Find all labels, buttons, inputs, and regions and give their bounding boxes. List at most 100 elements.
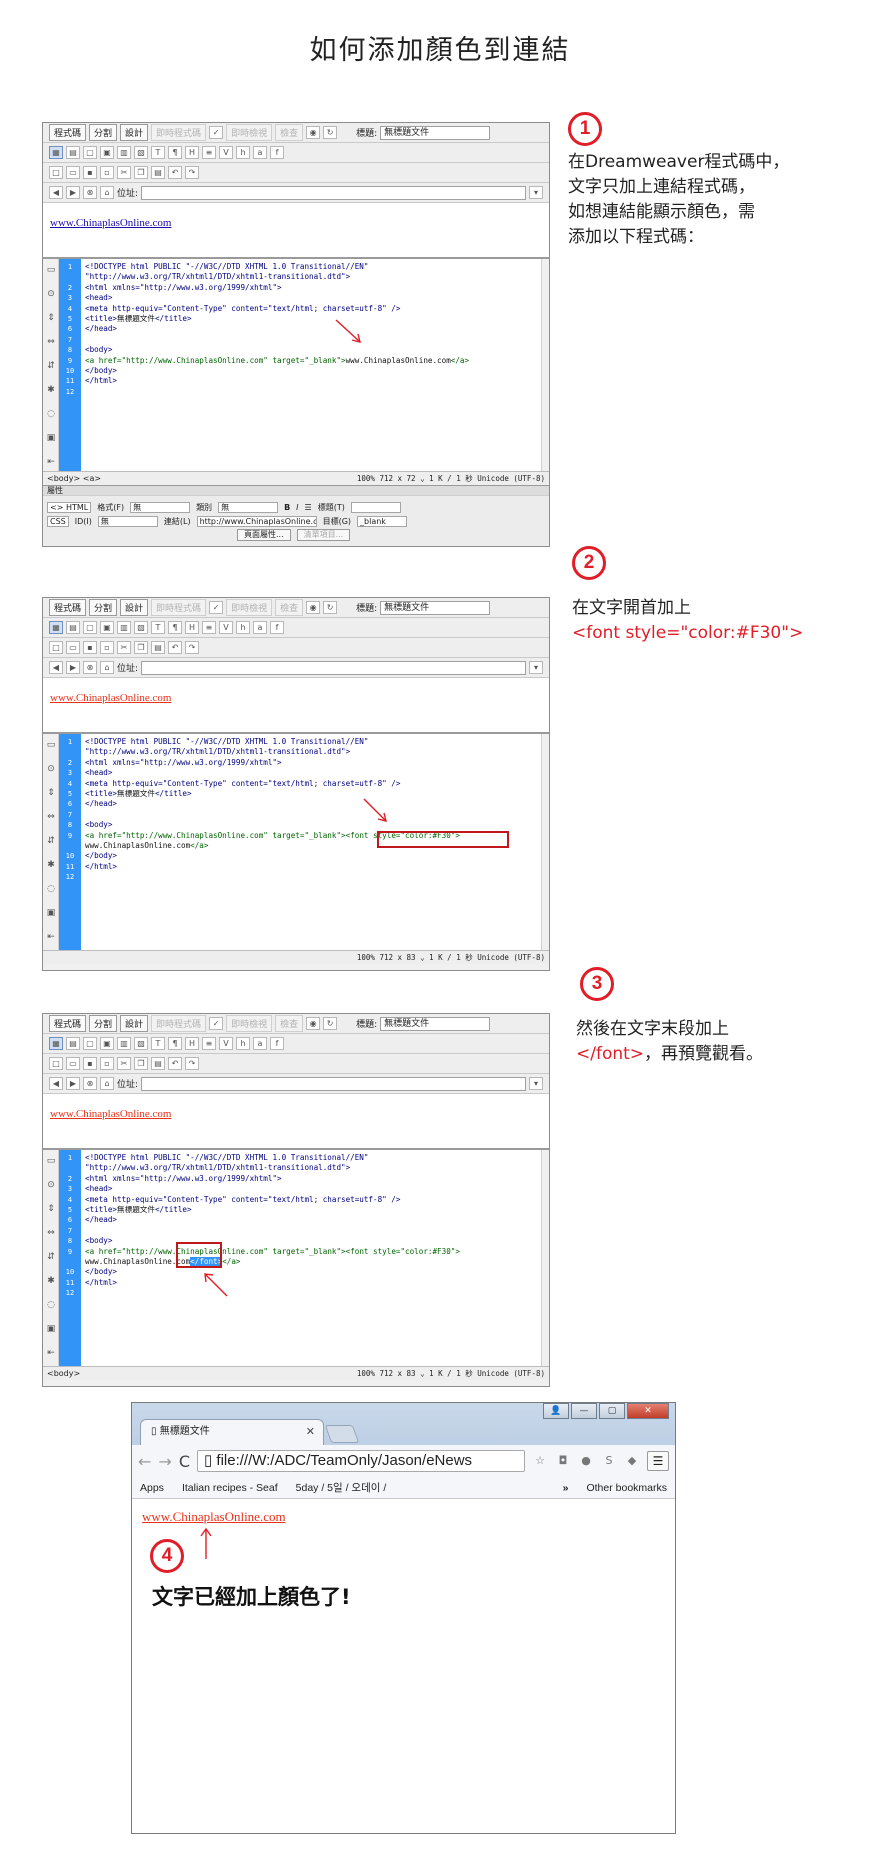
paragraph-icon[interactable]: ¶ bbox=[168, 621, 182, 634]
file-icon[interactable]: f bbox=[270, 621, 284, 634]
save-icon[interactable]: ▪ bbox=[83, 1057, 97, 1070]
select-parent-icon[interactable]: ⇔ bbox=[45, 812, 57, 826]
redo-icon[interactable]: ↷ bbox=[185, 1057, 199, 1070]
code-view-button[interactable]: 程式碼 bbox=[49, 124, 87, 141]
table-icon[interactable]: ▤ bbox=[66, 621, 80, 634]
balance-icon[interactable]: ⇵ bbox=[45, 836, 57, 850]
view-icon[interactable]: V bbox=[219, 621, 233, 634]
minimize-icon[interactable]: — bbox=[571, 1403, 597, 1419]
anchor-icon[interactable]: a bbox=[253, 621, 267, 634]
design-link[interactable]: www.ChinaplasOnline.com bbox=[50, 217, 172, 229]
colorpicker-icon[interactable]: ● bbox=[578, 1453, 594, 1469]
cut-icon[interactable]: ✂ bbox=[117, 641, 131, 654]
form-icon[interactable]: ▥ bbox=[117, 146, 131, 159]
save-icon[interactable]: ▪ bbox=[83, 641, 97, 654]
view-icon[interactable]: V bbox=[219, 146, 233, 159]
bookmark-apps[interactable]: Apps bbox=[140, 1482, 164, 1494]
undo-icon[interactable]: ↶ bbox=[168, 641, 182, 654]
redo-icon[interactable]: ↷ bbox=[185, 166, 199, 179]
list-icon[interactable]: ≡ bbox=[202, 621, 216, 634]
stop-icon[interactable]: ⊗ bbox=[83, 661, 97, 674]
zoom-level[interactable]: 100% bbox=[357, 474, 375, 483]
check-icon[interactable]: ✓ bbox=[209, 126, 224, 139]
highlight-icon[interactable]: ◌ bbox=[45, 409, 57, 423]
expand-icon[interactable]: ⇕ bbox=[45, 1204, 57, 1218]
vertical-scrollbar[interactable] bbox=[541, 734, 549, 950]
address-input[interactable] bbox=[141, 1076, 526, 1091]
forward-icon[interactable]: → bbox=[158, 1452, 171, 1471]
title-input[interactable]: 無標題文件 bbox=[380, 125, 491, 140]
back-icon[interactable]: ◀ bbox=[49, 1077, 63, 1090]
save-icon[interactable]: ▪ bbox=[83, 166, 97, 179]
stop-icon[interactable]: ⊗ bbox=[83, 186, 97, 199]
check-icon[interactable]: ✓ bbox=[209, 601, 224, 614]
copy-icon[interactable]: ❐ bbox=[134, 1057, 148, 1070]
menu-icon[interactable]: ☰ bbox=[647, 1451, 669, 1471]
collapse-icon[interactable]: ⊙ bbox=[45, 289, 57, 303]
open-icon[interactable]: ▭ bbox=[66, 641, 80, 654]
design-link[interactable]: www.ChinaplasOnline.com bbox=[50, 1108, 172, 1120]
code-lines[interactable]: <!DOCTYPE html PUBLIC "-//W3C//DTD XHTML… bbox=[81, 1150, 541, 1366]
frame-icon[interactable]: ▢ bbox=[83, 1037, 97, 1050]
camera-icon[interactable]: ◘ bbox=[555, 1453, 571, 1469]
cut-icon[interactable]: ✂ bbox=[117, 1057, 131, 1070]
highlight-icon[interactable]: ◌ bbox=[45, 1300, 57, 1314]
options-icon[interactable]: ▾ bbox=[529, 661, 543, 674]
comment-icon[interactable]: ▣ bbox=[45, 908, 57, 922]
tab-close-icon[interactable]: ✕ bbox=[306, 1420, 315, 1444]
print-icon[interactable]: ▫ bbox=[100, 166, 114, 179]
live-code-button[interactable]: 即時程式碼 bbox=[151, 124, 207, 141]
paragraph-icon[interactable]: ¶ bbox=[168, 146, 182, 159]
open-documents-icon[interactable]: ▭ bbox=[45, 1156, 57, 1170]
reload-icon[interactable]: C bbox=[179, 1452, 190, 1471]
refresh-icon[interactable]: ↻ bbox=[323, 1017, 338, 1030]
forward-icon[interactable]: ▶ bbox=[66, 661, 80, 674]
table-icon[interactable]: ▤ bbox=[66, 146, 80, 159]
id-select[interactable]: 無 bbox=[97, 515, 158, 527]
maximize-icon[interactable]: ▢ bbox=[599, 1403, 625, 1419]
image-icon[interactable]: ▧ bbox=[134, 146, 148, 159]
paste-icon[interactable]: ▤ bbox=[151, 641, 165, 654]
zoom-level[interactable]: 100% bbox=[357, 953, 375, 962]
split-view-button[interactable]: 分割 bbox=[89, 1015, 118, 1032]
heading-icon[interactable]: H bbox=[185, 146, 199, 159]
refresh-icon[interactable]: ↻ bbox=[323, 601, 338, 614]
address-input[interactable] bbox=[141, 660, 526, 675]
anchor-icon[interactable]: a bbox=[253, 146, 267, 159]
home-icon[interactable]: ⌂ bbox=[100, 1077, 114, 1090]
dropbox-icon[interactable]: ◆ bbox=[624, 1453, 640, 1469]
line-numbers-icon[interactable]: ✱ bbox=[45, 385, 57, 399]
heading-icon[interactable]: H bbox=[185, 1037, 199, 1050]
options-icon[interactable]: ▾ bbox=[529, 186, 543, 199]
paste-icon[interactable]: ▤ bbox=[151, 166, 165, 179]
form-icon[interactable]: ▥ bbox=[117, 621, 131, 634]
new-icon[interactable]: □ bbox=[49, 1057, 63, 1070]
anchor-icon[interactable]: a bbox=[253, 1037, 267, 1050]
open-documents-icon[interactable]: ▭ bbox=[45, 265, 57, 279]
heading-icon[interactable]: H bbox=[185, 621, 199, 634]
media-icon[interactable]: ▣ bbox=[100, 146, 114, 159]
bold-button[interactable]: B bbox=[284, 503, 290, 512]
highlight-icon[interactable]: ◌ bbox=[45, 884, 57, 898]
check-icon[interactable]: ✓ bbox=[209, 1017, 224, 1030]
open-documents-icon[interactable]: ▭ bbox=[45, 740, 57, 754]
skype-icon[interactable]: S bbox=[601, 1453, 617, 1469]
media-icon[interactable]: ▣ bbox=[100, 621, 114, 634]
list-icon[interactable]: ☰ bbox=[305, 503, 312, 512]
balance-icon[interactable]: ⇵ bbox=[45, 361, 57, 375]
bookmark-other[interactable]: Other bookmarks bbox=[586, 1482, 667, 1494]
tag-selector[interactable]: <body> <a> bbox=[47, 474, 101, 483]
bookmark-italian-recipes[interactable]: Italian recipes - Seaf bbox=[182, 1482, 278, 1494]
redo-icon[interactable]: ↷ bbox=[185, 641, 199, 654]
home-icon[interactable]: ⌂ bbox=[100, 661, 114, 674]
paragraph-icon[interactable]: ¶ bbox=[168, 1037, 182, 1050]
text-icon[interactable]: T bbox=[151, 621, 165, 634]
back-icon[interactable]: ◀ bbox=[49, 186, 63, 199]
bookmark-star-icon[interactable]: ☆ bbox=[532, 1453, 548, 1469]
copy-icon[interactable]: ❐ bbox=[134, 166, 148, 179]
title-input[interactable] bbox=[350, 501, 401, 513]
live-code-button[interactable]: 即時程式碼 bbox=[151, 599, 207, 616]
heading-h-icon[interactable]: h bbox=[236, 621, 250, 634]
media-icon[interactable]: ▣ bbox=[100, 1037, 114, 1050]
insert-icon[interactable]: ▦ bbox=[49, 621, 63, 634]
